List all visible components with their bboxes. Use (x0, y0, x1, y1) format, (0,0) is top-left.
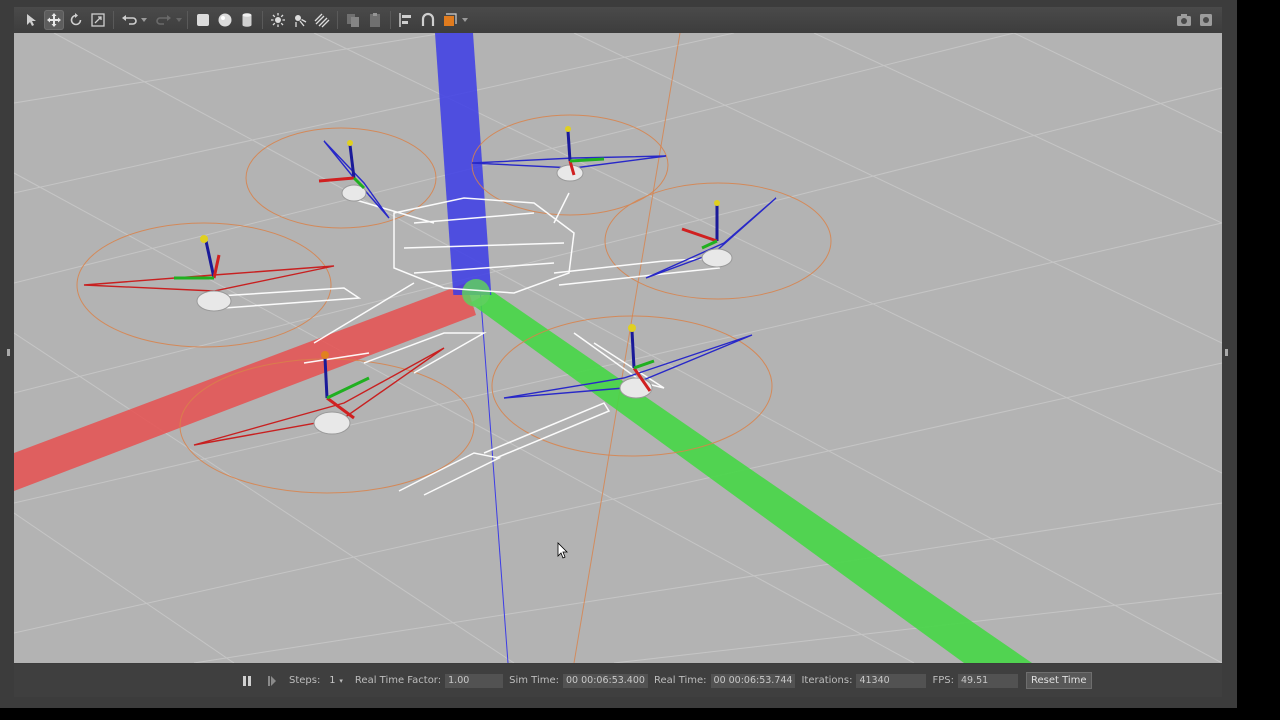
screenshot-icon[interactable] (1174, 10, 1194, 30)
view-angle-icon[interactable] (440, 10, 460, 30)
ground-grid (14, 33, 1222, 663)
real-time-value: 00 00:06:53.744 (710, 673, 796, 688)
real-time-factor-label: Real Time Factor: (354, 675, 442, 686)
copy-icon[interactable] (343, 10, 363, 30)
rotate-icon[interactable] (66, 10, 86, 30)
left-panel-splitter-handle[interactable] (7, 349, 10, 356)
step-forward-icon[interactable] (262, 671, 282, 691)
reset-time-button[interactable]: Reset Time (1025, 672, 1092, 689)
snap-icon[interactable] (418, 10, 438, 30)
real-time-label: Real Time: (653, 675, 707, 686)
directional-light-icon[interactable] (312, 10, 332, 30)
toolbar-separator (390, 11, 391, 29)
real-time-factor-value: 1.00 (445, 673, 504, 688)
gazebo-window: Steps: 1 ▾ Real Time Factor: 1.00 Sim Ti… (0, 0, 1237, 708)
toolbar-separator (187, 11, 188, 29)
align-icon[interactable] (396, 10, 416, 30)
sphere-shape-icon[interactable] (215, 10, 235, 30)
right-panel-splitter-handle[interactable] (1225, 349, 1228, 356)
toolbar-separator (262, 11, 263, 29)
undo-history-chevron-down-icon[interactable] (140, 10, 148, 30)
view-angle-chevron-down-icon[interactable] (461, 10, 469, 30)
steps-label: Steps: (289, 675, 321, 686)
status-bar: Steps: 1 ▾ Real Time Factor: 1.00 Sim Ti… (14, 664, 1222, 697)
fps-label: FPS: (932, 675, 954, 686)
redo-history-chevron-down-icon[interactable] (175, 10, 183, 30)
origin-marker (462, 279, 490, 307)
spot-light-icon[interactable] (290, 10, 310, 30)
sim-time-label: Sim Time: (509, 675, 560, 686)
pause-icon[interactable] (237, 671, 257, 691)
toolbar (14, 7, 1222, 33)
redo-icon[interactable] (154, 10, 174, 30)
iterations-value: 41340 (856, 673, 927, 688)
undo-icon[interactable] (119, 10, 139, 30)
iterations-label: Iterations: (801, 675, 853, 686)
select-arrow-icon[interactable] (22, 10, 42, 30)
fps-value: 49.51 (957, 673, 1018, 688)
box-shape-icon[interactable] (193, 10, 213, 30)
steps-chevron-down-icon[interactable]: ▾ (339, 677, 343, 685)
steps-spinbox[interactable]: 1 (326, 674, 338, 688)
point-light-icon[interactable] (268, 10, 288, 30)
record-icon[interactable] (1196, 10, 1216, 30)
sim-time-value: 00 00:06:53.400 (563, 673, 648, 688)
cylinder-shape-icon[interactable] (237, 10, 257, 30)
scale-icon[interactable] (88, 10, 108, 30)
translate-icon[interactable] (44, 10, 64, 30)
3d-viewport[interactable] (14, 33, 1222, 663)
paste-icon[interactable] (365, 10, 385, 30)
toolbar-separator (113, 11, 114, 29)
mouse-cursor-icon (557, 542, 568, 559)
toolbar-separator (337, 11, 338, 29)
